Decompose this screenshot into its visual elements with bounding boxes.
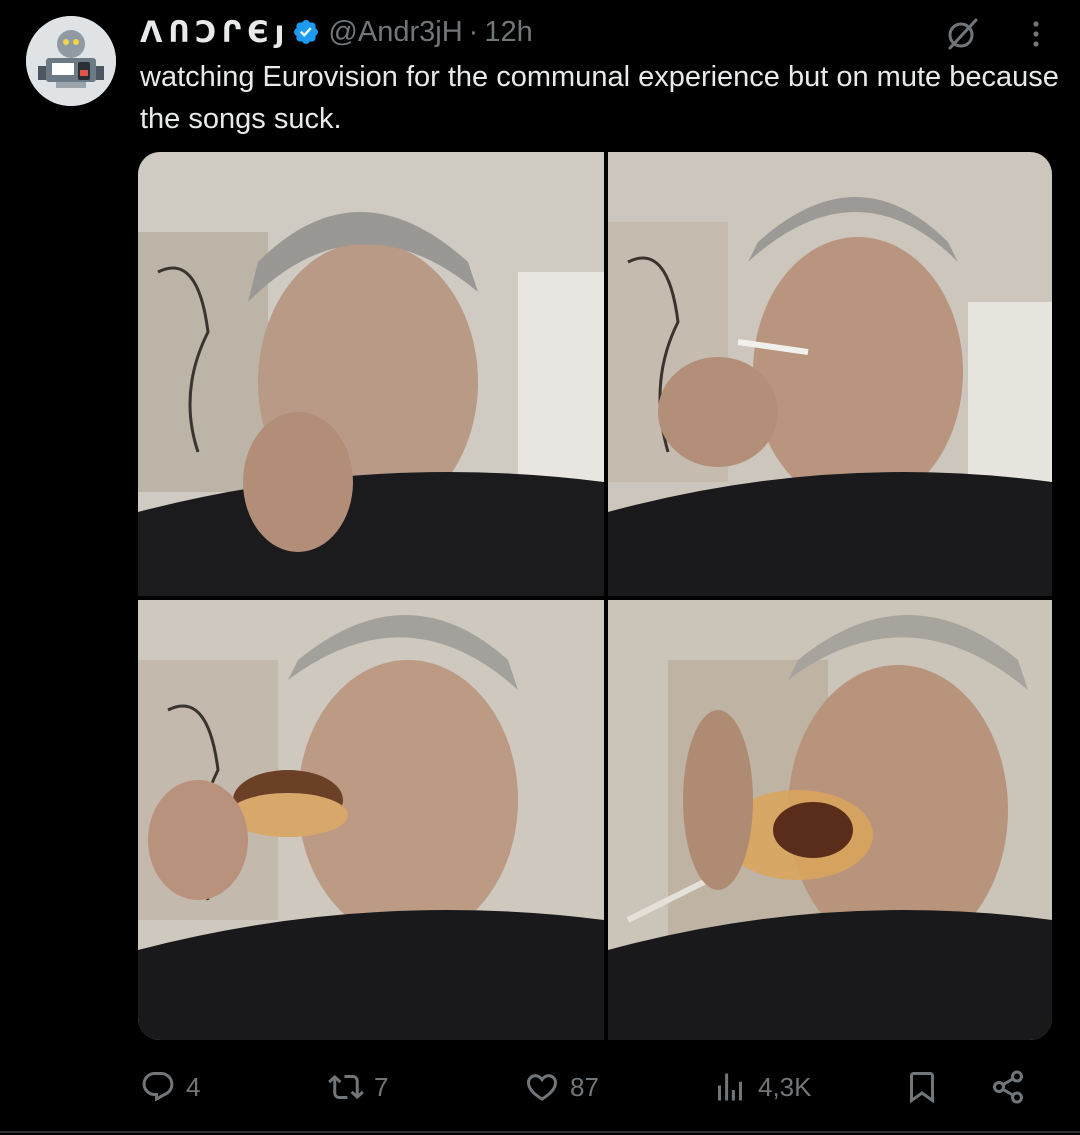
avatar[interactable] xyxy=(26,16,116,106)
reply-count: 4 xyxy=(186,1071,201,1102)
media-image-3[interactable] xyxy=(138,600,604,1040)
repost-button[interactable]: 7 xyxy=(328,1060,388,1114)
action-bar: 4 7 87 4,3K xyxy=(140,1060,1040,1114)
media-image-4[interactable] xyxy=(608,600,1052,1040)
separator-dot: · xyxy=(468,15,479,48)
divider xyxy=(0,1131,1080,1133)
bookmark-icon xyxy=(910,1072,934,1104)
views-button[interactable]: 4,3K xyxy=(712,1060,812,1114)
media-grid[interactable] xyxy=(138,152,1052,1040)
timestamp[interactable]: 12h xyxy=(484,16,532,49)
heart-icon xyxy=(526,1074,558,1101)
more-vertical-icon[interactable] xyxy=(1020,16,1052,52)
tweet-text: watching Eurovision for the communal exp… xyxy=(140,61,1059,135)
display-name[interactable]: ΛՈϽՐЄȷ xyxy=(140,15,290,49)
repost-icon xyxy=(328,1074,364,1100)
views-chart-icon xyxy=(718,1073,742,1101)
media-image-2[interactable] xyxy=(608,152,1052,596)
verified-badge-icon xyxy=(292,18,320,46)
media-image-1[interactable] xyxy=(138,152,604,596)
tweet: ΛՈϽՐЄȷ @Andr3jH · 12h watching Eurovisio… xyxy=(0,0,1080,1135)
share-icon xyxy=(993,1070,1023,1104)
user-handle[interactable]: @Andr3jH xyxy=(328,16,462,49)
bookmark-button[interactable] xyxy=(904,1060,940,1114)
like-button[interactable]: 87 xyxy=(524,1060,599,1114)
repost-count: 7 xyxy=(374,1071,389,1102)
tweet-header: ΛՈϽՐЄȷ @Andr3jH · 12h xyxy=(140,10,533,54)
like-count: 87 xyxy=(570,1071,599,1102)
reply-button[interactable]: 4 xyxy=(140,1060,200,1114)
share-button[interactable] xyxy=(990,1060,1026,1114)
views-count: 4,3K xyxy=(758,1071,812,1102)
reply-icon xyxy=(142,1072,174,1102)
grok-icon[interactable] xyxy=(944,16,980,52)
